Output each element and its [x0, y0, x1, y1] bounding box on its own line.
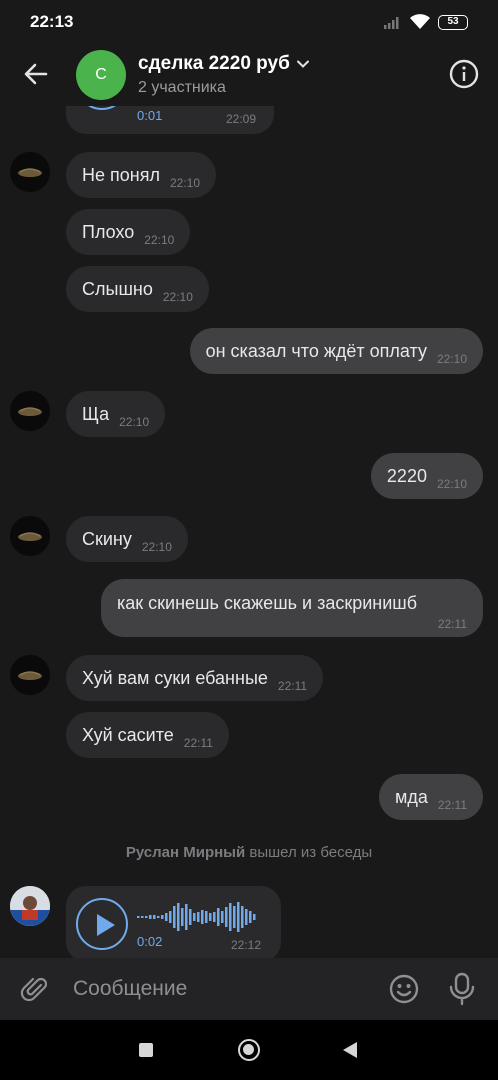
voice-waveform[interactable]	[137, 900, 265, 934]
voice-message[interactable]: 0:02 22:12	[66, 886, 281, 958]
message-text: как скинешь скажешь и заскринишб	[117, 593, 418, 613]
message-text: Скину	[82, 528, 132, 549]
message-text: мда	[394, 786, 428, 807]
system-message: Руслан Мирный вышел из беседы	[0, 844, 498, 861]
avatar-image	[10, 152, 50, 192]
message-time: 22:11	[277, 679, 308, 693]
battery-level: 53	[447, 16, 459, 27]
chat-avatar[interactable]: С	[76, 50, 126, 100]
emoji-icon[interactable]	[388, 973, 420, 1005]
message-text: Хуй сасите	[82, 724, 174, 745]
voice-duration: 0:01	[137, 108, 163, 123]
message-bubble[interactable]: Слышно 22:10	[66, 266, 209, 312]
message-input[interactable]: Сообщение	[73, 977, 187, 1001]
chat-members-count: 2 участника	[138, 79, 226, 96]
message-time: 22:11	[183, 736, 213, 750]
system-action: вышел из беседы	[249, 844, 373, 861]
message-bubble-outgoing[interactable]: как скинешь скажешь и заскринишб 22:11	[101, 579, 483, 637]
battery-icon: 53	[438, 14, 468, 30]
avatar-image	[10, 886, 50, 926]
message-text: он сказал что ждёт оплату	[205, 340, 427, 361]
message-time: 22:11	[437, 798, 467, 812]
back-button[interactable]	[343, 1042, 357, 1058]
microphone-icon[interactable]	[449, 972, 475, 1006]
system-navigation-bar	[0, 1020, 498, 1080]
message-bubble-outgoing[interactable]: он сказал что ждёт оплату 22:10	[189, 328, 483, 374]
message-time: 22:10	[162, 290, 193, 304]
message-bubble[interactable]: Не понял 22:10	[66, 152, 216, 198]
avatar[interactable]	[10, 886, 50, 926]
message-text: 2220	[386, 465, 427, 486]
message-bubble[interactable]: Хуй вам суки ебанные 22:11	[66, 655, 324, 701]
info-icon[interactable]	[448, 58, 480, 90]
message-time: 22:10	[436, 352, 467, 366]
message-bubble[interactable]: Плохо 22:10	[66, 209, 191, 255]
chat-header: С сделка 2220 руб 2 участника	[0, 44, 498, 106]
message-time: 22:10	[169, 176, 200, 190]
home-button[interactable]	[238, 1039, 260, 1061]
message-composer: Сообщение	[0, 958, 498, 1020]
signal-icon	[384, 17, 399, 29]
wifi-icon	[410, 14, 430, 29]
message-text: Хуй вам суки ебанные	[82, 667, 268, 688]
arrow-left-icon[interactable]	[20, 58, 52, 90]
voice-message-partial: 0:01 22:09	[66, 106, 274, 134]
play-button[interactable]	[76, 106, 128, 110]
chat-title[interactable]: сделка 2220 руб	[138, 53, 310, 75]
avatar[interactable]	[10, 152, 50, 192]
system-user-name[interactable]: Руслан Мирный	[126, 844, 245, 861]
message-time: 22:11	[437, 617, 467, 631]
message-text: Не понял	[82, 164, 160, 185]
chat-title-text: сделка 2220 руб	[138, 53, 290, 74]
recents-button[interactable]	[139, 1043, 153, 1057]
avatar-image	[10, 655, 50, 695]
avatar-image	[10, 391, 50, 431]
message-bubble[interactable]: Хуй сасите 22:11	[66, 712, 229, 758]
message-bubble-outgoing[interactable]: 2220 22:10	[370, 453, 483, 499]
chat-avatar-letter: С	[95, 66, 107, 83]
avatar[interactable]	[10, 516, 50, 556]
play-button[interactable]	[76, 898, 128, 950]
avatar[interactable]	[10, 391, 50, 431]
message-text: Слышно	[82, 278, 153, 299]
message-time: 22:10	[144, 233, 175, 247]
paperclip-icon[interactable]	[20, 974, 50, 1004]
message-time: 22:09	[226, 112, 257, 126]
voice-duration: 0:02	[137, 934, 163, 949]
message-time: 22:10	[141, 540, 172, 554]
message-bubble[interactable]: Скину 22:10	[66, 516, 188, 562]
message-bubble-outgoing[interactable]: мда 22:11	[378, 774, 483, 820]
status-time: 22:13	[30, 12, 74, 31]
message-text: Плохо	[82, 221, 135, 242]
message-time: 22:10	[436, 477, 467, 491]
message-text: Ща	[82, 403, 110, 424]
avatar[interactable]	[10, 655, 50, 695]
status-icons: 53	[384, 13, 468, 31]
chevron-down-icon	[296, 60, 309, 68]
message-time: 22:10	[119, 415, 150, 429]
message-bubble[interactable]: Ща 22:10	[66, 391, 166, 437]
message-list[interactable]: 0:01 22:09 Не понял 22:10 Плохо 22:10 Сл…	[0, 106, 498, 958]
message-time: 22:12	[231, 938, 262, 952]
avatar-image	[10, 516, 50, 556]
status-bar: 22:13 53	[0, 0, 498, 44]
